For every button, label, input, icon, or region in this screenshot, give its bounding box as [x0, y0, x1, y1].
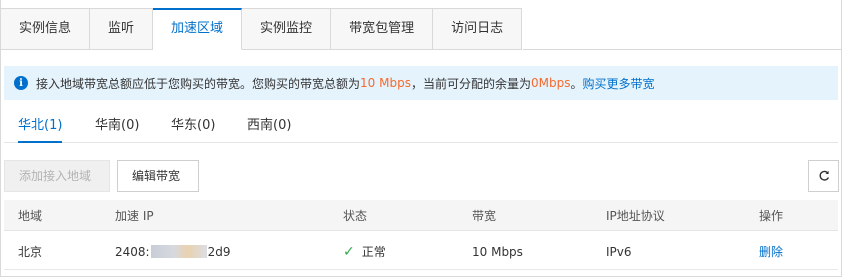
top-tabs: 实例信息 监听 加速区域 实例监控 带宽包管理 访问日志	[0, 8, 523, 50]
table-header: 地域 加速 IP 状态 带宽 IP地址协议 操作	[4, 200, 838, 231]
alert-remaining: 0Mbps	[530, 76, 571, 90]
cell-acceleration-ip: 2408: 2d9	[115, 234, 230, 269]
check-icon: ✓	[343, 243, 355, 260]
region-tab-southwest-china[interactable]: 西南(0)	[247, 112, 291, 143]
tab-access-log[interactable]: 访问日志	[433, 8, 523, 50]
tab-instance-info[interactable]: 实例信息	[0, 8, 91, 50]
region-tab-north-china[interactable]: 华北(1)	[18, 112, 63, 143]
tab-acceleration-region[interactable]: 加速区域	[153, 8, 243, 50]
add-access-region-button[interactable]: 添加接入地域	[4, 160, 110, 192]
column-header-actions: 操作	[759, 208, 784, 223]
edit-bandwidth-button[interactable]: 编辑带宽	[117, 160, 199, 192]
cell-ip-protocol: IPv6	[606, 244, 632, 259]
table-row: 北京 2408: 2d9 ✓ 正常 10 Mbps IPv6 删除	[4, 234, 838, 270]
column-header-region: 地域	[18, 208, 43, 223]
status-text: 正常	[361, 245, 386, 259]
ip-redaction	[150, 245, 207, 258]
delete-link[interactable]: 删除	[759, 234, 783, 269]
column-header-acceleration-ip: 加速 IP	[115, 208, 154, 223]
info-icon: i	[14, 76, 28, 90]
cell-region: 北京	[18, 245, 43, 259]
bandwidth-alert: i 接入地域带宽总额应低于您购买的带宽。您购买的带宽总额为 10 Mbps ，当…	[4, 66, 838, 100]
column-header-status: 状态	[343, 208, 368, 223]
ip-suffix: 2d9	[207, 244, 231, 259]
tabs-divider	[523, 49, 842, 50]
tab-listener[interactable]: 监听	[90, 8, 154, 50]
cell-status: ✓ 正常	[343, 234, 386, 269]
alert-text-middle: ，当前可分配的余量为	[410, 76, 531, 91]
refresh-button[interactable]	[808, 160, 839, 192]
cell-bandwidth: 10 Mbps	[472, 244, 523, 259]
tab-bandwidth-package[interactable]: 带宽包管理	[331, 8, 434, 50]
alert-text-before: 接入地域带宽总额应低于您购买的带宽。您购买的带宽总额为	[36, 76, 361, 91]
column-header-ip-protocol: IP地址协议	[606, 208, 665, 223]
tab-instance-monitoring[interactable]: 实例监控	[242, 8, 332, 50]
alert-text-after: 。	[570, 76, 583, 91]
buy-more-bandwidth-link[interactable]: 购买更多带宽	[582, 75, 654, 92]
region-tab-south-china[interactable]: 华南(0)	[95, 112, 139, 143]
region-tabs: 华北(1) 华南(0) 华东(0) 西南(0)	[4, 112, 838, 143]
region-tab-east-china[interactable]: 华东(0)	[171, 112, 215, 143]
alert-total-bandwidth: 10 Mbps	[360, 76, 411, 90]
column-header-bandwidth: 带宽	[472, 208, 497, 223]
ip-prefix: 2408:	[115, 244, 150, 259]
refresh-icon	[819, 170, 829, 181]
